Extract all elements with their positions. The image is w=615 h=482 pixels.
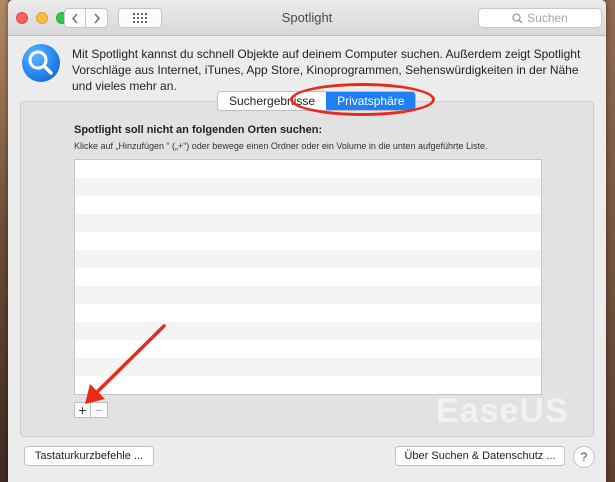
desktop-background-left bbox=[0, 0, 8, 482]
annotation-arrow bbox=[85, 324, 166, 404]
preferences-window: Spotlight Suchen Mit Spotlight kannst du… bbox=[8, 0, 606, 482]
